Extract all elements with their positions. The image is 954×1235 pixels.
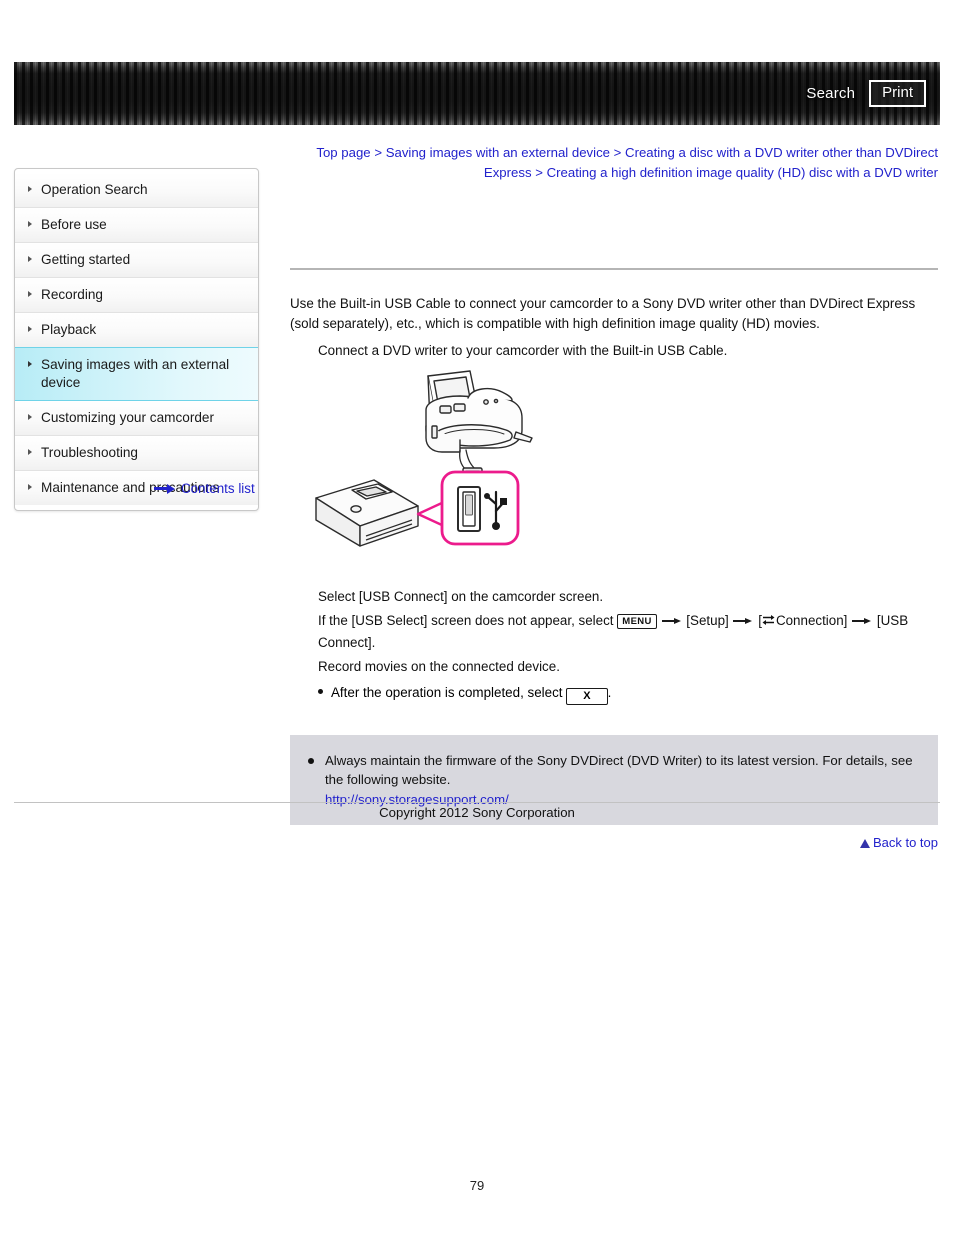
arrow-right-icon	[661, 616, 683, 626]
header-tools: Search Print	[806, 62, 926, 125]
sidebar-item-getting-started[interactable]: Getting started	[15, 243, 258, 278]
step-4-text: Record movies on the connected device.	[318, 659, 560, 674]
step-3-connection: Connection]	[775, 613, 848, 628]
close-button-icon: X	[566, 688, 608, 705]
chevron-right-icon	[28, 449, 32, 455]
sidebar-item-recording[interactable]: Recording	[15, 278, 258, 313]
step-2-text: Select [USB Connect] on the camcorder sc…	[318, 589, 604, 604]
breadcrumb-item-current-page[interactable]: Creating a high definition image quality…	[547, 165, 938, 180]
breadcrumb-separator: >	[613, 145, 622, 160]
step-3-prefix: If the [USB Select] screen does not appe…	[318, 613, 614, 628]
chevron-right-icon	[28, 484, 32, 490]
breadcrumb: Top page > Saving images with an externa…	[290, 143, 938, 182]
sidebar-item-playback[interactable]: Playback	[15, 313, 258, 348]
step-4-bullet-content: After the operation is completed, select…	[331, 682, 611, 705]
footer-divider	[14, 802, 940, 803]
connection-illustration	[290, 368, 938, 578]
chevron-right-icon	[28, 414, 32, 420]
step-4-bullet-prefix: After the operation is completed, select	[331, 685, 563, 700]
sidebar-item-troubleshooting[interactable]: Troubleshooting	[15, 436, 258, 471]
intro-paragraph: Use the Built-in USB Cable to connect yo…	[290, 296, 916, 331]
content-divider	[290, 268, 938, 270]
sidebar-item-customizing-camcorder[interactable]: Customizing your camcorder	[15, 401, 258, 436]
sidebar-item-operation-search[interactable]: Operation Search	[15, 173, 258, 208]
arrow-right-icon	[732, 616, 754, 626]
chevron-right-icon	[28, 361, 32, 367]
sidebar-item-label: Getting started	[41, 252, 131, 267]
camcorder-dvd-writer-diagram	[315, 370, 533, 547]
sidebar-item-saving-images[interactable]: Saving images with an external device	[15, 347, 258, 401]
bullet-point-icon	[318, 689, 323, 694]
breadcrumb-item-top-page[interactable]: Top page	[316, 145, 370, 160]
sidebar-item-label: Before use	[41, 217, 107, 232]
bullet-point-icon	[308, 758, 314, 764]
sidebar-item-label: Customizing your camcorder	[41, 410, 215, 425]
back-to-top-link[interactable]: Back to top	[290, 835, 938, 850]
note-body-text: Always maintain the firmware of the Sony…	[325, 753, 913, 787]
breadcrumb-separator: >	[535, 164, 543, 180]
copyright-text: Copyright 2012 Sony Corporation	[379, 805, 575, 820]
arrow-right-icon	[851, 616, 873, 626]
breadcrumb-separator: >	[374, 145, 383, 160]
menu-button-icon: MENU	[617, 614, 657, 629]
sidebar-item-label: Operation Search	[41, 182, 148, 197]
chevron-right-icon	[28, 291, 32, 297]
sidebar-item-label: Recording	[41, 287, 103, 302]
site-header-banner: Search Print	[14, 62, 940, 125]
step-4-bullet-suffix: .	[607, 685, 612, 700]
step-3-text: If the [USB Select] screen does not appe…	[290, 610, 938, 654]
sidebar-item-label: Troubleshooting	[41, 445, 138, 460]
sidebar-item-label: Saving images with an external device	[41, 357, 230, 390]
triangle-up-icon	[859, 839, 870, 848]
print-button[interactable]: Print	[869, 79, 926, 108]
back-to-top-label: Back to top	[872, 835, 938, 850]
sidebar-item-label: Playback	[41, 322, 97, 337]
contents-list-label: Contents list	[181, 481, 255, 496]
note-content: Always maintain the firmware of the Sony…	[325, 751, 920, 809]
sidebar-item-before-use[interactable]: Before use	[15, 208, 258, 243]
connection-icon	[762, 615, 775, 625]
sidebar-navigation: Operation Search Before use Getting star…	[14, 168, 259, 511]
chevron-right-icon	[28, 186, 32, 192]
step-1-text: Connect a DVD writer to your camcorder w…	[318, 343, 728, 358]
contents-list-link[interactable]: Contents list	[154, 481, 255, 496]
search-link[interactable]: Search	[806, 85, 855, 102]
step-3-setup: [Setup]	[686, 613, 729, 628]
page-number: 79	[469, 1178, 485, 1193]
arrow-right-icon	[154, 483, 176, 494]
main-content: Use the Built-in USB Cable to connect yo…	[290, 268, 938, 850]
chevron-right-icon	[28, 256, 32, 262]
chevron-right-icon	[28, 221, 32, 227]
breadcrumb-item-saving-images[interactable]: Saving images with an external device	[386, 145, 610, 160]
chevron-right-icon	[28, 326, 32, 332]
step-4-bullet: After the operation is completed, select…	[290, 682, 938, 705]
